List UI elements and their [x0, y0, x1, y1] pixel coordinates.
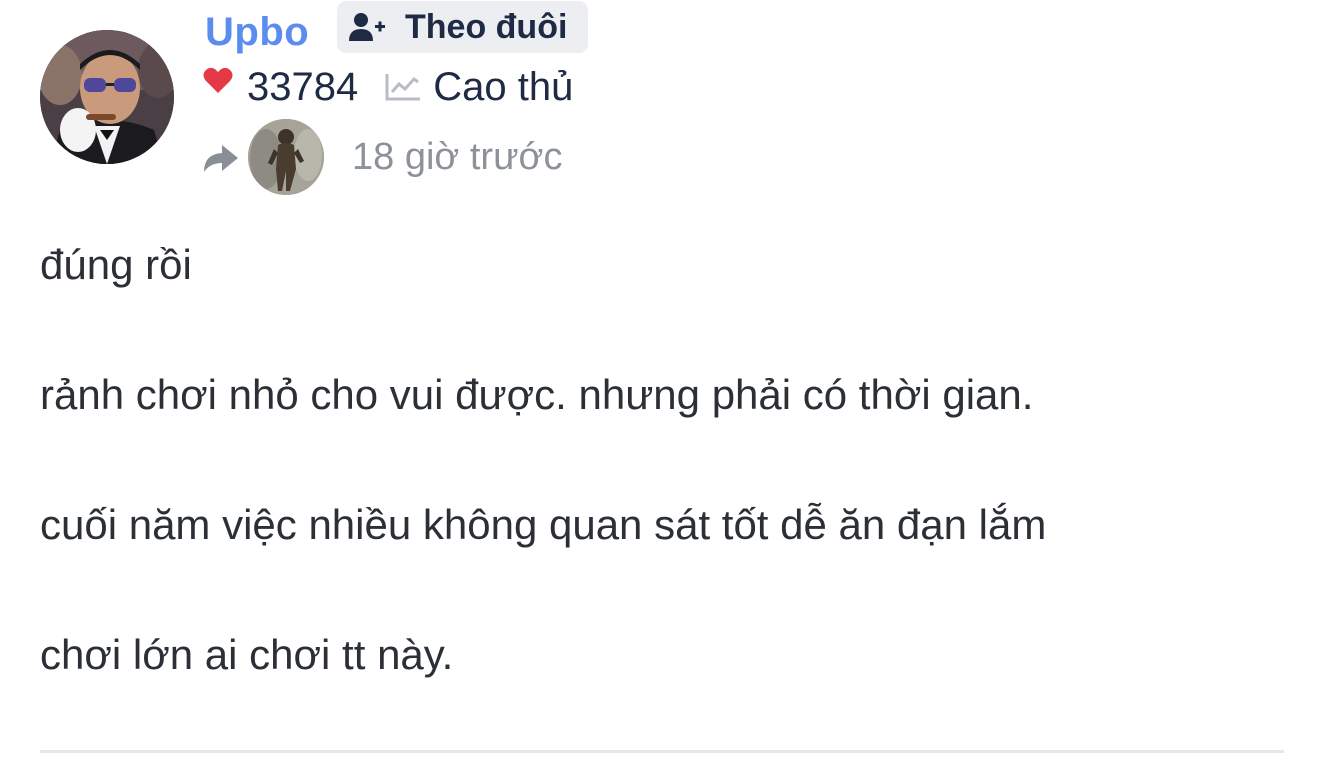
comment-paragraph: rảnh chơi nhỏ cho vui được. nhưng phải c… [40, 371, 1034, 418]
heart-icon [203, 67, 233, 93]
comment-paragraph: đúng rồi [40, 241, 192, 288]
author-points: 33784 [247, 65, 359, 109]
divider [40, 750, 1284, 753]
follow-button[interactable]: Theo đuôi [337, 1, 588, 53]
follow-button-label: Theo đuôi [405, 8, 568, 46]
comment-body: đúng rồi rảnh chơi nhỏ cho vui được. như… [40, 236, 1290, 756]
comment-paragraph: cuối năm việc nhiều không quan sát tốt d… [40, 501, 1047, 548]
comment-paragraph: chơi lớn ai chơi tt này. [40, 631, 454, 678]
author-username[interactable]: Upbo [205, 8, 309, 56]
author-avatar[interactable] [40, 30, 174, 164]
user-plus-icon [349, 13, 385, 41]
chart-line-icon [385, 74, 421, 101]
comment-post: Upbo Theo đuôi 33784 Cao thủ 18 giờ trướ… [0, 0, 1320, 780]
replied-user-avatar[interactable] [248, 119, 324, 195]
reply-info: 18 giờ trước [202, 118, 562, 196]
author-stats: 33784 Cao thủ [203, 62, 573, 112]
author-rank: Cao thủ [433, 65, 574, 109]
post-timestamp: 18 giờ trước [352, 136, 563, 178]
share-arrow-icon [204, 145, 238, 172]
